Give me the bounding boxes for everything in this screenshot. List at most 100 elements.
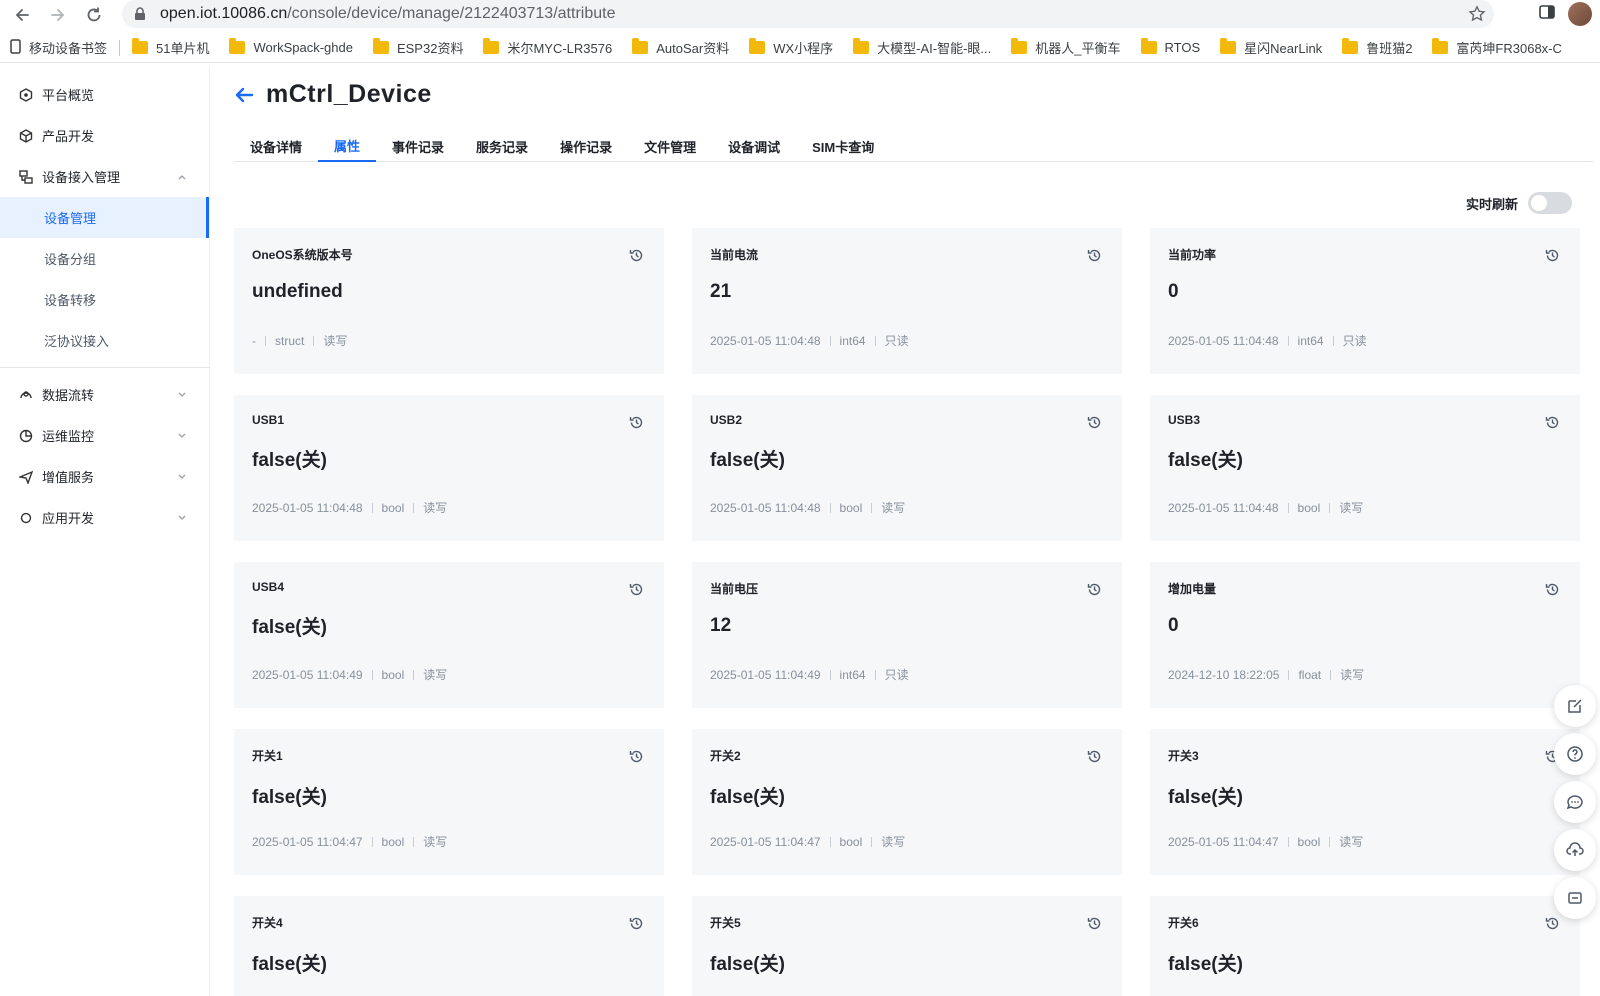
meta-separator: [1332, 335, 1334, 346]
tab-attributes[interactable]: 属性: [318, 131, 377, 162]
bookmark-folder[interactable]: WX小程序: [739, 38, 843, 57]
chat-icon[interactable]: [1554, 781, 1596, 823]
bookmark-star-icon[interactable]: [1468, 5, 1486, 28]
page-title: mCtrl_Device: [266, 80, 432, 108]
sidebar-item-data-flow[interactable]: 数据流转: [0, 374, 209, 415]
attribute-card: 当前电流 21 2025-01-05 11:04:48 int64 只读: [692, 228, 1122, 374]
meta-separator: [413, 502, 415, 513]
bookmark-folder[interactable]: 富芮坤FR3068x-C: [1422, 38, 1571, 57]
sidebar-item-value-service[interactable]: 增值服务: [0, 456, 209, 497]
realtime-refresh-toggle[interactable]: [1528, 192, 1572, 214]
attribute-meta: 2025-01-05 11:04:47 bool 读写: [710, 833, 905, 850]
folder-icon: [632, 38, 649, 54]
attribute-access: 只读: [884, 334, 909, 348]
bookmark-folder[interactable]: WorkSpack-ghde: [219, 38, 362, 55]
attribute-name: 开关2: [710, 749, 741, 763]
attribute-type: bool: [381, 500, 405, 515]
history-icon[interactable]: [1087, 582, 1102, 602]
bookmark-folder[interactable]: 星闪NearLink: [1210, 38, 1332, 57]
meta-separator: [1287, 335, 1289, 346]
history-icon[interactable]: [1087, 415, 1102, 435]
attribute-value: false(关): [1168, 787, 1243, 808]
bookmark-mobile[interactable]: 移动设备书签: [0, 38, 117, 57]
attribute-card: USB1 false(关) 2025-01-05 11:04:48 bool 读写: [234, 395, 664, 541]
bookmark-separator: [119, 39, 121, 56]
attribute-value: false(关): [1168, 450, 1243, 471]
history-icon[interactable]: [629, 248, 644, 268]
sidebar-item-app-dev[interactable]: 应用开发: [0, 497, 209, 538]
history-icon[interactable]: [1545, 582, 1560, 602]
attribute-value: false(关): [252, 617, 327, 638]
sidebar: 平台概览 产品开发 设备接入管理 设备管理 设备分组 设备转移 泛协议接入 数据…: [0, 68, 210, 996]
side-panel-icon[interactable]: [1538, 3, 1556, 26]
tab-device-detail[interactable]: 设备详情: [234, 131, 318, 162]
tab-files[interactable]: 文件管理: [628, 131, 712, 162]
bookmark-folder[interactable]: AutoSar资料: [622, 38, 739, 57]
tab-events[interactable]: 事件记录: [376, 131, 460, 162]
cloud-upload-icon[interactable]: [1554, 829, 1596, 871]
attribute-time: 2024-12-10 18:22:05: [1168, 667, 1280, 682]
mobile-device-icon: [10, 38, 21, 57]
forward-nav-icon[interactable]: [44, 1, 72, 29]
history-icon[interactable]: [629, 916, 644, 936]
collapse-icon[interactable]: [1554, 877, 1596, 919]
attribute-time: -: [252, 333, 256, 348]
attribute-time: 2025-01-05 11:04:48: [1168, 333, 1279, 348]
history-icon[interactable]: [1087, 916, 1102, 936]
attribute-meta: 2025-01-05 11:04:48 int64 只读: [1168, 332, 1367, 349]
help-icon[interactable]: [1554, 733, 1596, 775]
attribute-card: OneOS系统版本号 undefined - struct 读写: [234, 228, 664, 374]
attribute-meta: 2025-01-05 11:04:49 bool 读写: [252, 666, 447, 683]
sidebar-item-device-access[interactable]: 设备接入管理: [0, 156, 209, 197]
reload-icon[interactable]: [80, 1, 108, 29]
attribute-name: 开关1: [252, 749, 283, 763]
attribute-card: 当前电压 12 2025-01-05 11:04:49 int64 只读: [692, 562, 1122, 708]
sidebar-item-monitor[interactable]: 运维监控: [0, 415, 209, 456]
profile-avatar[interactable]: [1568, 2, 1592, 26]
history-icon[interactable]: [629, 415, 644, 435]
attribute-time: 2025-01-05 11:04:47: [710, 834, 821, 849]
tab-debug[interactable]: 设备调试: [712, 131, 796, 162]
bookmark-folder[interactable]: 大模型-AI-智能-眼...: [843, 38, 1001, 57]
history-icon[interactable]: [1545, 248, 1560, 268]
sidebar-sub-device-manage[interactable]: 设备管理: [0, 197, 209, 238]
tab-services[interactable]: 服务记录: [460, 131, 544, 162]
history-icon[interactable]: [1545, 415, 1560, 435]
bookmark-folder[interactable]: 51单片机: [122, 38, 219, 57]
attribute-name: 开关3: [1168, 749, 1199, 763]
attribute-card: 当前功率 0 2025-01-05 11:04:48 int64 只读: [1150, 228, 1580, 374]
history-icon[interactable]: [1087, 749, 1102, 769]
attribute-meta: 2025-01-05 11:04:48 bool 读写: [1168, 499, 1363, 516]
cube-icon: [18, 128, 34, 144]
attribute-time: 2025-01-05 11:04:48: [710, 333, 821, 348]
sidebar-item-overview[interactable]: 平台概览: [0, 74, 209, 115]
meta-separator: [1329, 502, 1331, 513]
bookmark-folder[interactable]: ESP32资料: [363, 38, 473, 57]
history-icon[interactable]: [629, 582, 644, 602]
address-bar[interactable]: open.iot.10086.cn/console/device/manage/…: [122, 0, 1494, 28]
main-content: mCtrl_Device 设备详情 属性 事件记录 服务记录 操作记录 文件管理…: [210, 68, 1600, 996]
tab-operations[interactable]: 操作记录: [544, 131, 628, 162]
folder-icon: [229, 38, 246, 54]
history-icon[interactable]: [1545, 916, 1560, 936]
edit-icon[interactable]: [1554, 685, 1596, 727]
bookmark-folder[interactable]: 机器人_平衡车: [1001, 38, 1130, 57]
bookmark-folder[interactable]: RTOS: [1131, 38, 1211, 55]
attribute-access: 读写: [423, 835, 448, 849]
history-icon[interactable]: [1087, 248, 1102, 268]
history-icon[interactable]: [629, 749, 644, 769]
bookmark-folder[interactable]: 米尔MYC-LR3576: [473, 38, 622, 57]
back-arrow-icon[interactable]: [234, 84, 256, 106]
back-nav-icon[interactable]: [8, 1, 36, 29]
sidebar-item-product-dev[interactable]: 产品开发: [0, 115, 209, 156]
meta-separator: [371, 502, 373, 513]
bookmark-folder[interactable]: 鲁班猫2: [1332, 38, 1422, 57]
tab-sim[interactable]: SIM卡查询: [796, 131, 890, 162]
attribute-value: undefined: [252, 281, 343, 302]
sidebar-sub-device-transfer[interactable]: 设备转移: [0, 279, 209, 320]
sidebar-sub-protocol-access[interactable]: 泛协议接入: [0, 320, 209, 361]
sidebar-sub-device-group[interactable]: 设备分组: [0, 238, 209, 279]
meta-separator: [871, 502, 873, 513]
attribute-card: USB3 false(关) 2025-01-05 11:04:48 bool 读写: [1150, 395, 1580, 541]
meta-separator: [829, 836, 831, 847]
